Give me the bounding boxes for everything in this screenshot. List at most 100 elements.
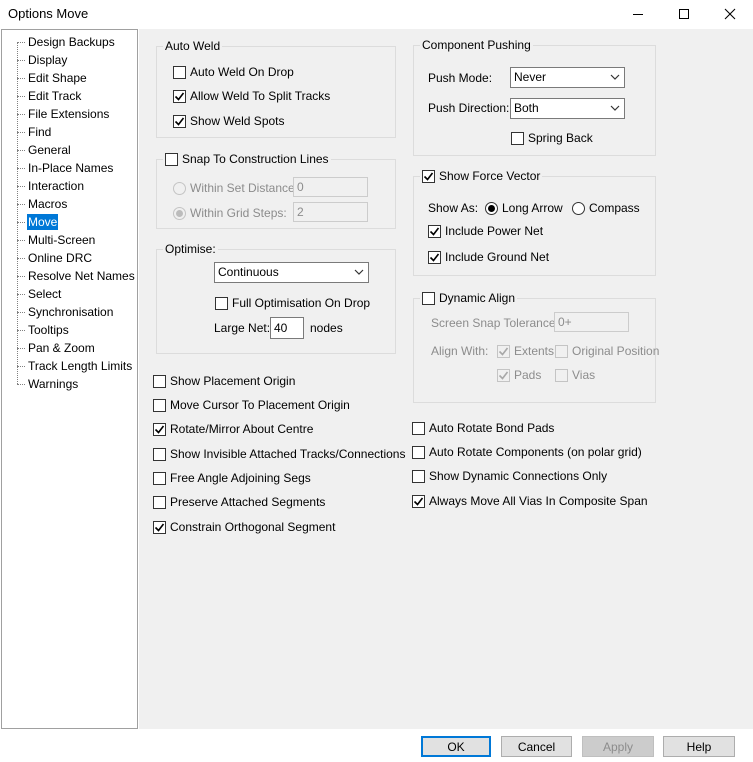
push-direction-dropdown[interactable]: Both bbox=[510, 98, 625, 119]
help-button[interactable]: Help bbox=[663, 736, 735, 757]
checkbox-label: Vias bbox=[572, 368, 596, 382]
show-invisible-attached-tracks-connections-checkbox[interactable]: Show Invisible Attached Tracks/Connectio… bbox=[153, 446, 405, 462]
vias-checkbox[interactable]: Vias bbox=[555, 367, 595, 383]
sidebar-item-find[interactable]: Find bbox=[17, 123, 52, 141]
sidebar-item-label: Warnings bbox=[28, 377, 79, 391]
tree-connector bbox=[17, 311, 25, 313]
checkmark-icon bbox=[498, 371, 509, 380]
sidebar-item-resolve-net-names[interactable]: Resolve Net Names bbox=[17, 267, 136, 285]
sidebar-item-online-drc[interactable]: Online DRC bbox=[17, 249, 93, 267]
include-ground-net-checkbox[interactable]: Include Ground Net bbox=[428, 249, 549, 265]
radio-circle bbox=[485, 201, 498, 215]
sidebar-item-label: Track Length Limits bbox=[28, 359, 133, 373]
show-placement-origin-checkbox[interactable]: Show Placement Origin bbox=[153, 373, 295, 389]
sidebar-item-interaction[interactable]: Interaction bbox=[17, 177, 85, 195]
sidebar-item-multi-screen[interactable]: Multi-Screen bbox=[17, 231, 96, 249]
apply-button[interactable]: Apply bbox=[582, 736, 654, 757]
sidebar-item-label: Pan & Zoom bbox=[28, 341, 95, 355]
sidebar-item-edit-shape[interactable]: Edit Shape bbox=[17, 69, 88, 87]
checkbox-box bbox=[153, 520, 166, 534]
spring-back-checkbox[interactable]: Spring Back bbox=[511, 130, 593, 146]
sidebar-item-label: Edit Shape bbox=[28, 71, 87, 85]
constrain-orthogonal-segment-checkbox[interactable]: Constrain Orthogonal Segment bbox=[153, 519, 335, 535]
checkbox-label: Include Power Net bbox=[445, 224, 544, 238]
sidebar-item-synchronisation[interactable]: Synchronisation bbox=[17, 303, 114, 321]
snap-tolerance-label: Screen Snap Tolerance: bbox=[431, 316, 559, 330]
sidebar-item-warnings[interactable]: Warnings bbox=[17, 375, 79, 393]
checkbox-label: Full Optimisation On Drop bbox=[232, 296, 371, 310]
within-grid-steps-radio[interactable]: Within Grid Steps: bbox=[173, 205, 287, 221]
sidebar-item-tooltips[interactable]: Tooltips bbox=[17, 321, 70, 339]
force-vector-title-checkbox[interactable]: Show Force Vector bbox=[420, 169, 543, 183]
within-set-distance-radio[interactable]: Within Set Distance: bbox=[173, 180, 298, 196]
checkbox-box bbox=[412, 445, 425, 459]
sidebar-item-macros[interactable]: Macros bbox=[17, 195, 68, 213]
close-button[interactable] bbox=[707, 0, 753, 28]
dynamic-align-title-checkbox[interactable]: Dynamic Align bbox=[420, 291, 518, 305]
checkbox-box bbox=[412, 494, 425, 508]
full-optimisation-checkbox[interactable]: Full Optimisation On Drop bbox=[215, 295, 370, 311]
tree-connector bbox=[17, 41, 25, 43]
rotate-mirror-about-centre-checkbox[interactable]: Rotate/Mirror About Centre bbox=[153, 421, 313, 437]
tree-connector bbox=[17, 131, 25, 133]
sidebar-item-pan-zoom[interactable]: Pan & Zoom bbox=[17, 339, 96, 357]
auto-rotate-components-on-polar-grid-checkbox[interactable]: Auto Rotate Components (on polar grid) bbox=[412, 444, 642, 460]
chevron-down-icon bbox=[610, 105, 620, 111]
show-dynamic-connections-only-checkbox[interactable]: Show Dynamic Connections Only bbox=[412, 468, 607, 484]
sidebar-item-move[interactable]: Move bbox=[17, 213, 59, 231]
tree-connector bbox=[17, 293, 25, 295]
radio-label: Long Arrow bbox=[502, 201, 563, 215]
allow-weld-split-checkbox[interactable]: Allow Weld To Split Tracks bbox=[173, 88, 330, 104]
dynamic-align-group: Dynamic Align Screen Snap Tolerance: 0+ … bbox=[413, 291, 659, 403]
auto-rotate-bond-pads-checkbox[interactable]: Auto Rotate Bond Pads bbox=[412, 420, 554, 436]
checkbox-label: Free Angle Adjoining Segs bbox=[170, 471, 311, 485]
cancel-button[interactable]: Cancel bbox=[501, 736, 572, 757]
checkbox-box bbox=[153, 374, 166, 388]
sidebar-item-general[interactable]: General bbox=[17, 141, 72, 159]
radio-circle bbox=[173, 181, 186, 195]
auto-weld-group: Auto Weld Auto Weld On Drop Allow Weld T… bbox=[156, 39, 396, 138]
show-weld-spots-checkbox[interactable]: Show Weld Spots bbox=[173, 113, 285, 129]
options-tree[interactable]: Design Backups Display Edit Shape Edit Trac… bbox=[1, 29, 138, 729]
checkbox-label: Auto Rotate Bond Pads bbox=[429, 421, 555, 435]
sidebar-item-file-extensions[interactable]: File Extensions bbox=[17, 105, 110, 123]
sidebar-item-label: Interaction bbox=[28, 179, 85, 193]
large-net-input[interactable]: 40 bbox=[270, 317, 304, 339]
sidebar-item-in-place-names[interactable]: In-Place Names bbox=[17, 159, 114, 177]
original-position-checkbox[interactable]: Original Position bbox=[555, 343, 659, 359]
sidebar-item-edit-track[interactable]: Edit Track bbox=[17, 87, 82, 105]
free-angle-adjoining-segs-checkbox[interactable]: Free Angle Adjoining Segs bbox=[153, 470, 311, 486]
push-mode-dropdown[interactable]: Never bbox=[510, 67, 625, 88]
extents-checkbox[interactable]: Extents bbox=[497, 343, 554, 359]
close-icon bbox=[724, 8, 736, 20]
sidebar-item-display[interactable]: Display bbox=[17, 51, 68, 69]
sidebar-item-select[interactable]: Select bbox=[17, 285, 62, 303]
grid-steps-input[interactable]: 2 bbox=[293, 202, 368, 222]
snap-title: Snap To Construction Lines bbox=[182, 152, 329, 166]
checkmark-icon bbox=[498, 347, 509, 356]
tree-connector bbox=[17, 59, 25, 61]
sidebar-item-design-backups[interactable]: Design Backups bbox=[17, 33, 116, 51]
tree-connector bbox=[17, 239, 25, 241]
preserve-attached-segments-checkbox[interactable]: Preserve Attached Segments bbox=[153, 494, 325, 510]
minimize-button[interactable] bbox=[615, 0, 661, 28]
compass-radio[interactable]: Compass bbox=[572, 200, 640, 216]
optimise-mode-dropdown[interactable]: Continuous bbox=[214, 262, 369, 283]
checkbox-label: Show Weld Spots bbox=[190, 114, 285, 128]
auto-weld-on-drop-checkbox[interactable]: Auto Weld On Drop bbox=[173, 64, 294, 80]
move-cursor-to-placement-origin-checkbox[interactable]: Move Cursor To Placement Origin bbox=[153, 397, 350, 413]
snap-tolerance-input[interactable]: 0+ bbox=[554, 312, 629, 332]
snap-title-checkbox[interactable]: Snap To Construction Lines bbox=[163, 152, 331, 166]
ok-button[interactable]: OK bbox=[421, 736, 491, 757]
include-power-net-checkbox[interactable]: Include Power Net bbox=[428, 223, 543, 239]
tree-connector bbox=[17, 203, 25, 205]
long-arrow-radio[interactable]: Long Arrow bbox=[485, 200, 563, 216]
set-distance-input[interactable]: 0 bbox=[293, 177, 368, 197]
always-move-all-vias-in-composite-span-checkbox[interactable]: Always Move All Vias In Composite Span bbox=[412, 493, 648, 509]
maximize-button[interactable] bbox=[661, 0, 707, 28]
radio-circle bbox=[173, 206, 186, 220]
component-pushing-title: Component Pushing bbox=[420, 38, 533, 52]
checkbox-box bbox=[153, 422, 166, 436]
pads-checkbox[interactable]: Pads bbox=[497, 367, 541, 383]
sidebar-item-track-length-limits[interactable]: Track Length Limits bbox=[17, 357, 133, 375]
